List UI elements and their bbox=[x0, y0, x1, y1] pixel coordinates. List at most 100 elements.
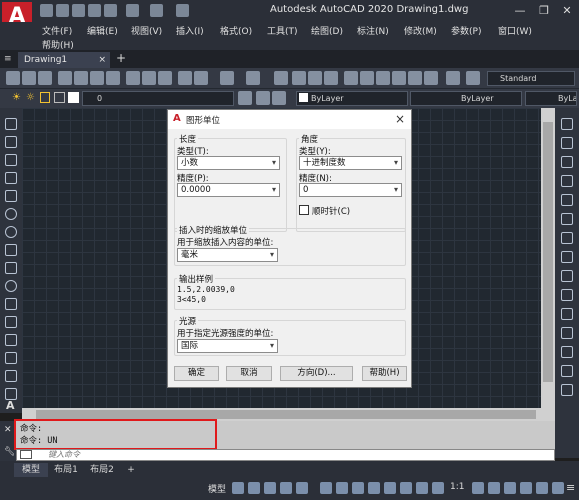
new-tab-button[interactable]: + bbox=[116, 51, 126, 65]
workspace-switch-icon[interactable] bbox=[472, 482, 484, 494]
layer-thaw-icon[interactable]: ☼ bbox=[26, 92, 35, 103]
infer-constraints-icon[interactable] bbox=[264, 482, 276, 494]
new-file-icon[interactable] bbox=[40, 4, 53, 17]
direction-button[interactable]: 方向(D)... bbox=[280, 366, 353, 381]
layer-combo[interactable]: 0 bbox=[82, 91, 234, 106]
menu-view[interactable]: 视图(V) bbox=[131, 24, 162, 37]
publish-icon[interactable] bbox=[90, 71, 104, 85]
explode-icon[interactable] bbox=[561, 384, 573, 396]
3d-print-icon[interactable] bbox=[106, 71, 120, 85]
rotate-icon[interactable] bbox=[561, 213, 573, 225]
transparency-icon[interactable] bbox=[384, 482, 396, 494]
mirror-icon[interactable] bbox=[561, 156, 573, 168]
add-layout-button[interactable]: + bbox=[124, 463, 138, 477]
lineweight-combo[interactable]: ByLa bbox=[525, 91, 577, 106]
menu-dimension[interactable]: 标注(N) bbox=[357, 24, 389, 37]
tab-drawing1[interactable]: Drawing1 × bbox=[18, 52, 110, 68]
lineweight-icon[interactable] bbox=[368, 482, 380, 494]
break-icon[interactable] bbox=[561, 308, 573, 320]
menu-modify[interactable]: 修改(M) bbox=[404, 24, 437, 37]
ellipse-icon[interactable] bbox=[5, 280, 17, 292]
save-as-icon[interactable] bbox=[88, 4, 101, 17]
cut-icon[interactable] bbox=[126, 71, 140, 85]
new-icon[interactable] bbox=[6, 71, 20, 85]
snap-icon[interactable] bbox=[248, 482, 260, 494]
open-file-icon[interactable] bbox=[56, 4, 69, 17]
menu-parameters[interactable]: 参数(P) bbox=[451, 24, 481, 37]
horizontal-scroll-thumb[interactable] bbox=[36, 410, 536, 419]
zoom-realtime-icon[interactable] bbox=[292, 71, 306, 85]
command-close-icon[interactable]: ✕ bbox=[4, 425, 12, 435]
linetype-combo[interactable]: ByLayer bbox=[410, 91, 522, 106]
tab-close-icon[interactable]: × bbox=[98, 52, 106, 68]
vertical-scroll-thumb[interactable] bbox=[543, 122, 553, 382]
quickcalc-icon[interactable] bbox=[424, 71, 438, 85]
construction-line-icon[interactable] bbox=[5, 136, 17, 148]
polygon-icon[interactable] bbox=[5, 172, 17, 184]
units-icon[interactable] bbox=[504, 482, 516, 494]
line-icon[interactable] bbox=[5, 118, 17, 130]
join-icon[interactable] bbox=[561, 327, 573, 339]
lighting-units-select[interactable]: 国际 ▾ bbox=[177, 339, 278, 353]
help-icon[interactable] bbox=[446, 71, 460, 85]
stretch-icon[interactable] bbox=[561, 251, 573, 263]
polyline-icon[interactable] bbox=[5, 154, 17, 166]
block-editor-icon[interactable] bbox=[194, 71, 208, 85]
menu-draw[interactable]: 绘图(D) bbox=[311, 24, 343, 37]
fillet-icon[interactable] bbox=[561, 365, 573, 377]
object-snap-icon[interactable] bbox=[352, 482, 364, 494]
extend-icon[interactable] bbox=[561, 289, 573, 301]
copy-object-icon[interactable] bbox=[561, 137, 573, 149]
layer-properties-icon[interactable] bbox=[238, 91, 252, 105]
undo-toolbar-icon[interactable] bbox=[220, 71, 234, 85]
design-center-icon[interactable] bbox=[360, 71, 374, 85]
help-button[interactable]: 帮助(H) bbox=[362, 366, 407, 381]
text-style-combo[interactable]: Standard bbox=[487, 71, 575, 86]
layer-previous-icon[interactable] bbox=[272, 91, 286, 105]
sheet-set-icon[interactable] bbox=[392, 71, 406, 85]
pan-icon[interactable] bbox=[274, 71, 288, 85]
menu-file[interactable]: 文件(F) bbox=[42, 24, 72, 37]
clockwise-checkbox[interactable] bbox=[299, 205, 309, 215]
multiline-text-icon[interactable]: A bbox=[6, 399, 15, 412]
trim-icon[interactable] bbox=[561, 270, 573, 282]
customize-icon[interactable]: ≡ bbox=[566, 481, 575, 494]
workspace-icon[interactable] bbox=[176, 4, 189, 17]
isodraft-icon[interactable] bbox=[320, 482, 332, 494]
paste-icon[interactable] bbox=[158, 71, 172, 85]
menu-tools[interactable]: 工具(T) bbox=[267, 24, 298, 37]
command-prompt-icon[interactable] bbox=[20, 450, 32, 459]
move-icon[interactable] bbox=[561, 194, 573, 206]
layer-plot-icon[interactable] bbox=[54, 92, 65, 103]
rectangle-icon[interactable] bbox=[5, 190, 17, 202]
ok-button[interactable]: 确定 bbox=[174, 366, 219, 381]
make-current-layer-icon[interactable] bbox=[256, 91, 270, 105]
menu-format[interactable]: 格式(O) bbox=[220, 24, 252, 37]
redo-toolbar-icon[interactable] bbox=[246, 71, 260, 85]
redo-icon[interactable] bbox=[150, 4, 163, 17]
length-type-select[interactable]: 小数 ▾ bbox=[177, 156, 280, 170]
insertion-units-select[interactable]: 毫米 ▾ bbox=[177, 248, 278, 262]
menu-lines-icon[interactable]: ≡ bbox=[4, 54, 12, 64]
menu-insert[interactable]: 插入(I) bbox=[176, 24, 204, 37]
markup-icon[interactable] bbox=[408, 71, 422, 85]
save-toolbar-icon[interactable] bbox=[38, 71, 52, 85]
selection-cycling-icon[interactable] bbox=[400, 482, 412, 494]
open-icon[interactable] bbox=[22, 71, 36, 85]
model-space-toggle[interactable]: 模型 bbox=[208, 482, 226, 495]
zoom-window-icon[interactable] bbox=[308, 71, 322, 85]
undo-icon[interactable] bbox=[126, 4, 139, 17]
menu-edit[interactable]: 编辑(E) bbox=[87, 24, 118, 37]
preview-icon[interactable] bbox=[74, 71, 88, 85]
offset-icon[interactable] bbox=[561, 175, 573, 187]
tab-layout1[interactable]: 布局1 bbox=[50, 463, 82, 477]
menu-window[interactable]: 窗口(W) bbox=[498, 24, 532, 37]
hatch-icon[interactable] bbox=[5, 352, 17, 364]
arc-icon[interactable] bbox=[5, 208, 17, 220]
tool-palettes-icon[interactable] bbox=[376, 71, 390, 85]
cancel-button[interactable]: 取消 bbox=[226, 366, 272, 381]
erase-icon[interactable] bbox=[561, 118, 573, 130]
restore-icon[interactable]: ❐ bbox=[532, 3, 556, 19]
tab-model[interactable]: 模型 bbox=[14, 463, 48, 477]
length-precision-select[interactable]: 0.0000 ▾ bbox=[177, 183, 280, 197]
